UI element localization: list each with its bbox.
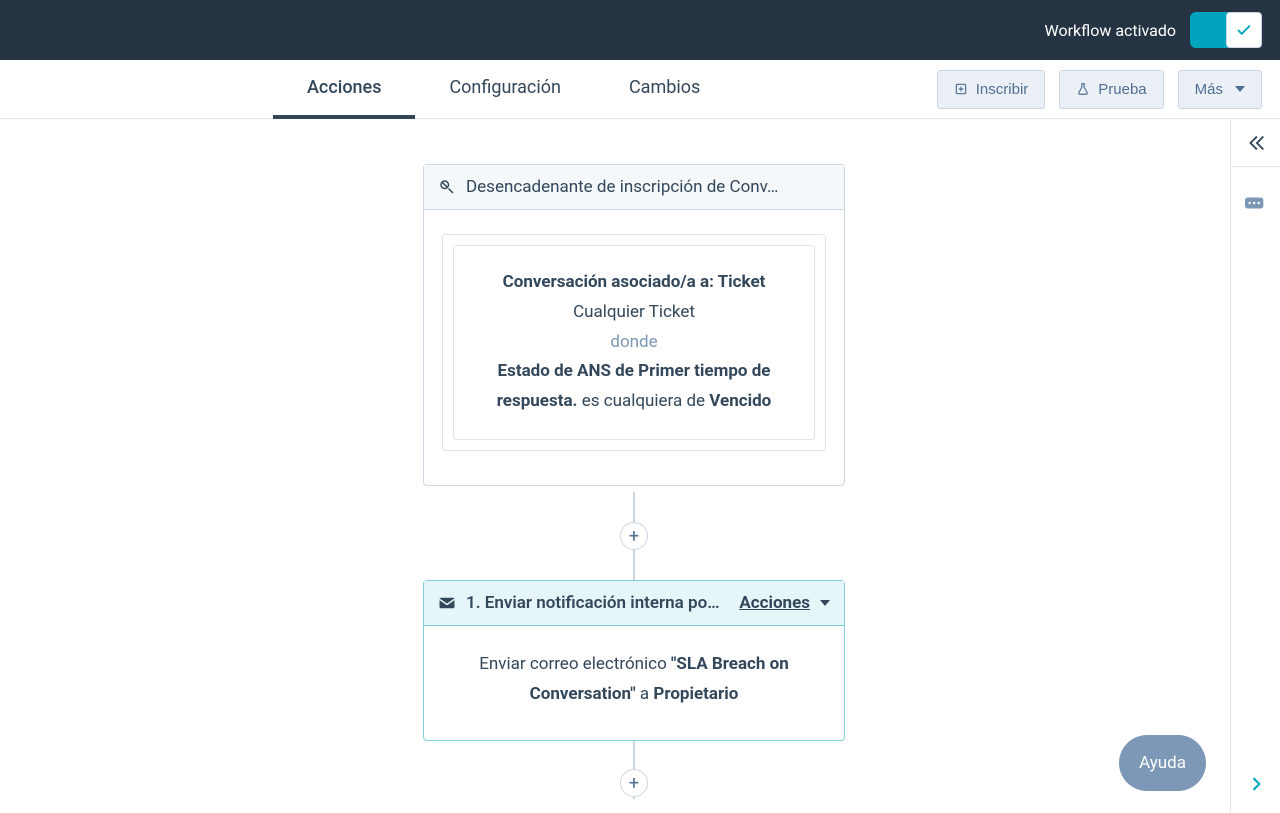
trigger-card-body: Conversación asociado/a a: Ticket Cualqu… <box>424 210 844 485</box>
criteria-where: donde <box>472 328 796 358</box>
criteria-filter: Estado de ANS de Primer tiempo de respue… <box>472 357 796 417</box>
trigger-title: Desencadenante de inscripción de Conv… <box>466 177 830 197</box>
action-title: 1. Enviar notificación interna po… <box>466 593 729 613</box>
sub-nav: Acciones Configuración Cambios Inscribir… <box>0 60 1280 119</box>
comments-icon[interactable] <box>1231 195 1280 211</box>
criteria-item[interactable]: Conversación asociado/a a: Ticket Cualqu… <box>453 245 815 440</box>
workflow-toggle[interactable] <box>1190 12 1262 48</box>
chevron-down-icon <box>1235 86 1245 92</box>
enroll-label: Inscribir <box>976 81 1029 98</box>
test-button[interactable]: Prueba <box>1059 70 1163 109</box>
help-label: Ayuda <box>1139 753 1186 773</box>
add-step-button[interactable]: + <box>620 522 648 550</box>
action-card-header: 1. Enviar notificación interna po… Accio… <box>424 581 844 626</box>
toggle-on-icon <box>1226 12 1262 48</box>
nav-actions: Inscribir Prueba Más <box>937 70 1262 109</box>
email-icon <box>438 594 456 612</box>
flask-icon <box>1076 82 1090 96</box>
app-header: Workflow activado <box>0 0 1280 60</box>
criteria-value: Vencido <box>709 391 771 411</box>
test-label: Prueba <box>1098 81 1146 98</box>
more-button[interactable]: Más <box>1178 70 1262 109</box>
enroll-button[interactable]: Inscribir <box>937 70 1046 109</box>
action-menu-dropdown[interactable]: Acciones <box>739 593 830 613</box>
tab-settings[interactable]: Configuración <box>415 59 594 119</box>
action-card-body: Enviar correo electrónico "SLA Breach on… <box>424 626 844 740</box>
criteria-group: Conversación asociado/a a: Ticket Cualqu… <box>442 234 826 451</box>
more-label: Más <box>1195 81 1223 98</box>
side-rail <box>1230 119 1280 812</box>
tabs: Acciones Configuración Cambios <box>273 59 734 119</box>
collapse-panel-button[interactable] <box>1231 119 1280 167</box>
trigger-card[interactable]: Desencadenante de inscripción de Conv… C… <box>423 164 845 486</box>
tab-actions[interactable]: Acciones <box>273 59 415 119</box>
trigger-card-header: Desencadenante de inscripción de Conv… <box>424 165 844 210</box>
action-body-to: a <box>640 684 649 704</box>
action-menu-label: Acciones <box>739 593 810 613</box>
action-card[interactable]: 1. Enviar notificación interna po… Accio… <box>423 580 845 741</box>
criteria-operator: es cualquiera de <box>582 391 705 411</box>
help-button[interactable]: Ayuda <box>1119 735 1206 791</box>
workflow-status-label: Workflow activado <box>1045 21 1177 40</box>
tab-changes[interactable]: Cambios <box>595 59 734 119</box>
expand-panel-button[interactable] <box>1231 774 1280 794</box>
criteria-assoc-value: Cualquier Ticket <box>472 298 796 328</box>
trigger-icon <box>438 178 456 196</box>
criteria-assoc-label: Conversación asociado/a a: Ticket <box>472 268 796 298</box>
action-body-prefix: Enviar correo electrónico <box>479 654 667 674</box>
add-step-button[interactable]: + <box>620 769 648 797</box>
toggle-track <box>1190 12 1230 48</box>
action-body-recipient: Propietario <box>653 684 738 704</box>
enroll-icon <box>954 82 968 96</box>
chevron-down-icon <box>820 600 830 606</box>
